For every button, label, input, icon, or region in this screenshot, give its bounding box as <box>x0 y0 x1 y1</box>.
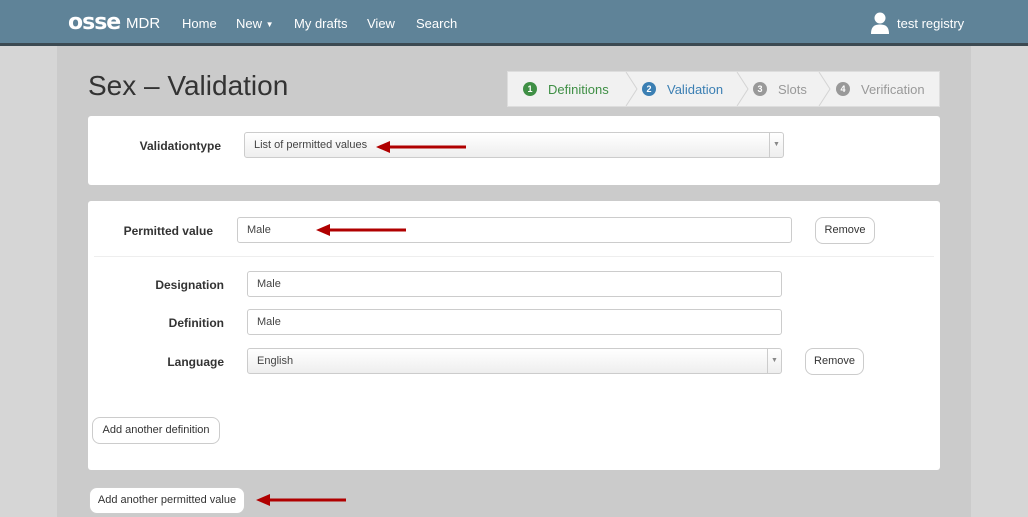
nav-view[interactable]: View <box>367 16 395 31</box>
step-separator-icon <box>818 72 831 106</box>
top-navbar: osse MDR Home New ▼ My drafts View Searc… <box>0 0 1028 46</box>
add-another-permitted-value-button[interactable]: Add another permitted value <box>89 487 245 514</box>
annotation-arrow-icon <box>256 494 346 506</box>
brand-mdr[interactable]: MDR <box>126 15 160 32</box>
step-number-badge: 1 <box>523 82 537 96</box>
select-arrow-icon: ▼ <box>767 349 781 373</box>
definition-input[interactable]: Male <box>247 309 782 335</box>
step-number-badge: 3 <box>753 82 767 96</box>
definition-label: Definition <box>168 316 224 330</box>
osse-logo[interactable]: osse <box>68 11 121 35</box>
step-number-badge: 4 <box>836 82 850 96</box>
caret-down-icon: ▼ <box>265 20 274 29</box>
nav-search[interactable]: Search <box>416 16 457 31</box>
user-icon[interactable] <box>870 12 890 34</box>
step-label: Slots <box>778 81 807 97</box>
language-label: Language <box>167 355 224 369</box>
nav-home[interactable]: Home <box>182 16 217 31</box>
validation-type-value: List of permitted values <box>254 139 368 151</box>
nav-new[interactable]: New ▼ <box>236 16 274 31</box>
step-label: Validation <box>667 81 724 97</box>
language-select[interactable]: English ▼ <box>247 348 782 374</box>
select-arrow-icon: ▼ <box>769 133 783 157</box>
step-number-badge: 2 <box>642 82 656 96</box>
designation-label: Designation <box>155 278 224 292</box>
remove-definition-button[interactable]: Remove <box>805 348 864 375</box>
step-slots[interactable]: 3 Slots <box>753 72 807 106</box>
validation-type-label: Validationtype <box>139 139 221 153</box>
step-validation[interactable]: 2 Validation <box>642 72 723 106</box>
step-separator-icon <box>736 72 749 106</box>
designation-input[interactable]: Male <box>247 271 782 297</box>
wizard-steps: 1 Definitions 2 Validation 3 Slots 4 Ver… <box>507 71 940 107</box>
divider <box>94 256 934 257</box>
step-separator-icon <box>625 72 638 106</box>
add-another-definition-button[interactable]: Add another definition <box>92 417 220 444</box>
annotation-arrow-icon <box>316 224 406 236</box>
step-label: Verification <box>861 81 925 97</box>
validation-type-select[interactable]: List of permitted values ▼ <box>244 132 784 158</box>
annotation-arrow-icon <box>376 141 466 153</box>
nav-my-drafts[interactable]: My drafts <box>294 16 347 31</box>
permitted-value-label: Permitted value <box>123 224 213 238</box>
step-label: Definitions <box>548 81 609 97</box>
language-value: English <box>257 355 294 367</box>
step-definitions[interactable]: 1 Definitions <box>523 72 609 106</box>
step-verification[interactable]: 4 Verification <box>836 72 925 106</box>
nav-new-label: New <box>236 16 263 31</box>
remove-permitted-value-button[interactable]: Remove <box>815 217 875 244</box>
user-name[interactable]: test registry <box>897 16 964 31</box>
page-title: Sex – Validation <box>88 70 289 101</box>
